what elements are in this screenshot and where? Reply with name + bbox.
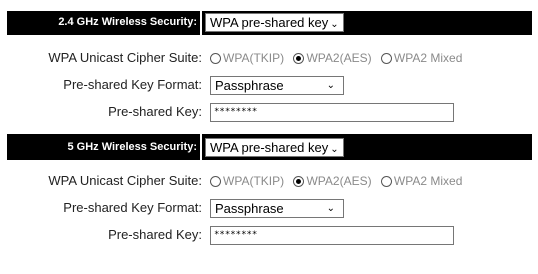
security-mode-select[interactable]: WPA pre-shared key ⌄ (205, 138, 344, 157)
key-format-select[interactable]: Passphrase ⌄ (210, 199, 344, 218)
key-format-label: Pre-shared Key Format: (63, 200, 202, 215)
preshared-key-input[interactable]: ******** (210, 103, 454, 122)
header-divider (200, 11, 202, 35)
radio-label: WPA2 Mixed (393, 174, 463, 188)
radio-label: WPA2(AES) (306, 174, 372, 188)
header-divider (200, 134, 202, 160)
radio-label: WPA2(AES) (306, 51, 372, 65)
cipher-radio-mixed[interactable]: WPA2 Mixed (380, 174, 463, 188)
key-format-label: Pre-shared Key Format: (63, 77, 202, 92)
cipher-radio-tkip[interactable]: WPA(TKIP) (210, 51, 284, 65)
security-mode-value: WPA pre-shared key (210, 140, 329, 155)
chevron-down-icon: ⌄ (326, 80, 335, 91)
cipher-suite-label: WPA Unicast Cipher Suite: (48, 50, 202, 65)
key-format-value: Passphrase (215, 78, 284, 93)
radio-button-checked-icon[interactable] (293, 175, 305, 187)
chevron-down-icon: ⌄ (330, 19, 339, 30)
preshared-key-value: ******** (214, 107, 258, 117)
security-mode-select[interactable]: WPA pre-shared key ⌄ (205, 13, 344, 32)
cipher-radio-tkip[interactable]: WPA(TKIP) (210, 174, 284, 188)
cipher-radio-mixed[interactable]: WPA2 Mixed (380, 51, 463, 65)
key-format-value: Passphrase (215, 201, 284, 216)
preshared-key-label: Pre-shared Key: (108, 227, 202, 242)
cipher-suite-radio-group: WPA(TKIP) WPA2(AES) WPA2 Mixed (210, 51, 468, 67)
security-header-label: 5 GHz Wireless Security: (67, 141, 197, 153)
security-header-label: 2.4 GHz Wireless Security: (58, 16, 197, 28)
chevron-down-icon: ⌄ (330, 144, 339, 155)
cipher-suite-radio-group: WPA(TKIP) WPA2(AES) WPA2 Mixed (210, 174, 468, 190)
chevron-down-icon: ⌄ (326, 203, 335, 214)
preshared-key-label: Pre-shared Key: (108, 104, 202, 119)
security-mode-value: WPA pre-shared key (210, 15, 329, 30)
radio-button-icon[interactable] (380, 175, 392, 187)
preshared-key-input[interactable]: ******** (210, 226, 454, 245)
radio-label: WPA(TKIP) (223, 51, 285, 65)
radio-label: WPA2 Mixed (393, 51, 463, 65)
radio-button-icon[interactable] (380, 52, 392, 64)
radio-label: WPA(TKIP) (223, 174, 285, 188)
cipher-radio-aes[interactable]: WPA2(AES) (293, 174, 372, 188)
preshared-key-value: ******** (214, 230, 258, 240)
cipher-suite-label: WPA Unicast Cipher Suite: (48, 173, 202, 188)
radio-button-icon[interactable] (210, 175, 221, 187)
radio-button-checked-icon[interactable] (293, 52, 305, 64)
radio-button-icon[interactable] (210, 52, 221, 64)
cipher-radio-aes[interactable]: WPA2(AES) (293, 51, 372, 65)
key-format-select[interactable]: Passphrase ⌄ (210, 76, 344, 95)
